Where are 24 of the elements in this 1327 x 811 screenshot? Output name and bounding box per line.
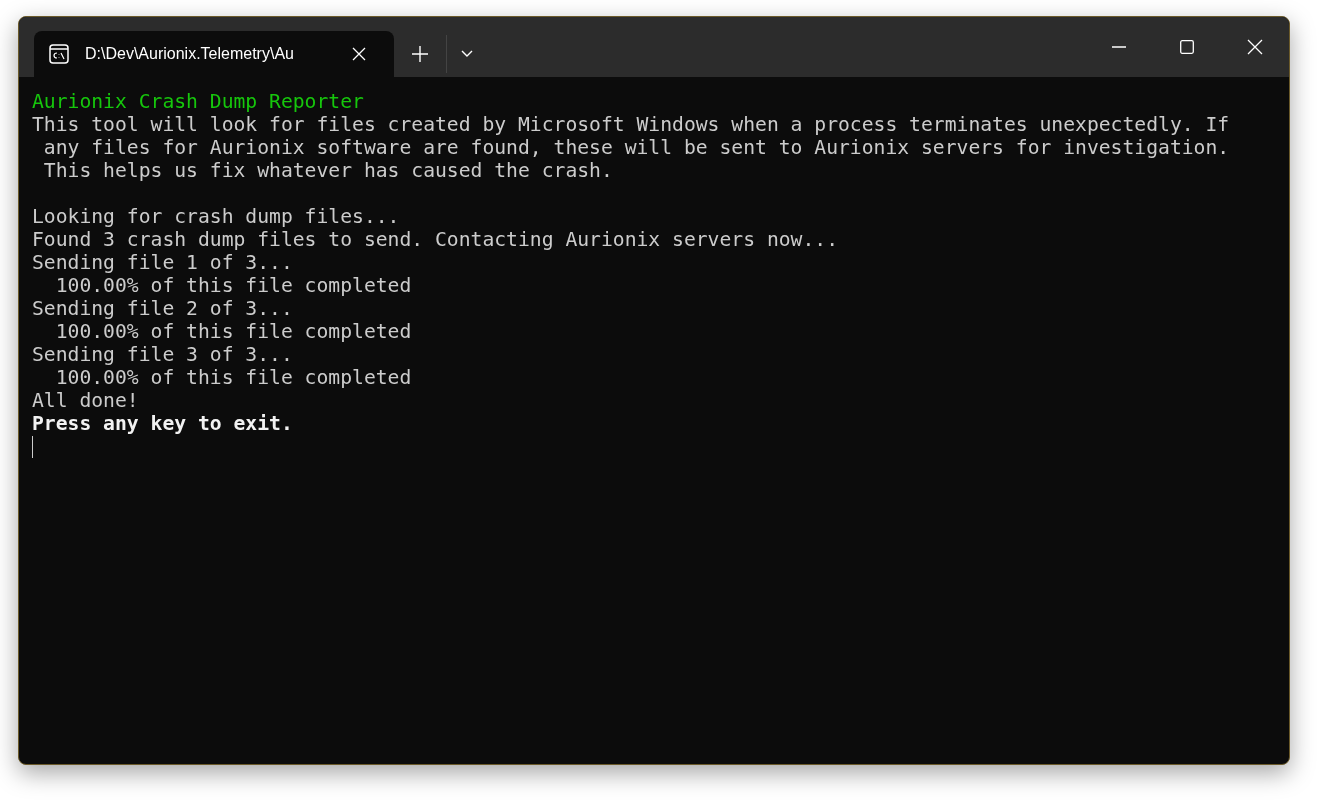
minimize-icon bbox=[1112, 46, 1126, 48]
console-line: This helps us fix whatever has caused the crash. bbox=[42, 159, 613, 182]
close-icon bbox=[352, 47, 366, 61]
console-line: Sending file 1 of 3... bbox=[32, 251, 293, 274]
console-line: Press any key to exit. bbox=[32, 412, 293, 435]
tab-title: D:\Dev\Aurionix.Telemetry\Au bbox=[85, 44, 295, 64]
console-line: any files for Aurionix software are found, these will be sent to Aurionix servers for investigation. bbox=[42, 136, 1230, 159]
tab[interactable]: D:\Dev\Aurionix.Telemetry\Au bbox=[34, 31, 394, 77]
console-line: Sending file 2 of 3... bbox=[32, 297, 293, 320]
console-heading: Aurionix Crash Dump Reporter bbox=[32, 90, 364, 113]
console-line: Sending file 3 of 3... bbox=[32, 343, 293, 366]
text-cursor bbox=[32, 436, 33, 458]
console-line: 100.00% of this file completed bbox=[54, 320, 412, 343]
console-line: Looking for crash dump files... bbox=[32, 205, 400, 228]
console-line: 100.00% of this file completed bbox=[54, 366, 412, 389]
plus-icon bbox=[412, 46, 428, 62]
console-line: Found 3 crash dump files to send. Contacting Aurionix servers now... bbox=[32, 228, 838, 251]
console-line: This tool will look for files created by Microsoft Windows when a process terminates unexpectedly. If bbox=[32, 113, 1230, 136]
maximize-icon bbox=[1180, 40, 1194, 54]
console-line: 100.00% of this file completed bbox=[54, 274, 412, 297]
terminal-icon bbox=[49, 44, 69, 64]
console-line: All done! bbox=[32, 389, 139, 412]
close-icon bbox=[1247, 39, 1263, 55]
chevron-down-icon bbox=[461, 50, 473, 58]
